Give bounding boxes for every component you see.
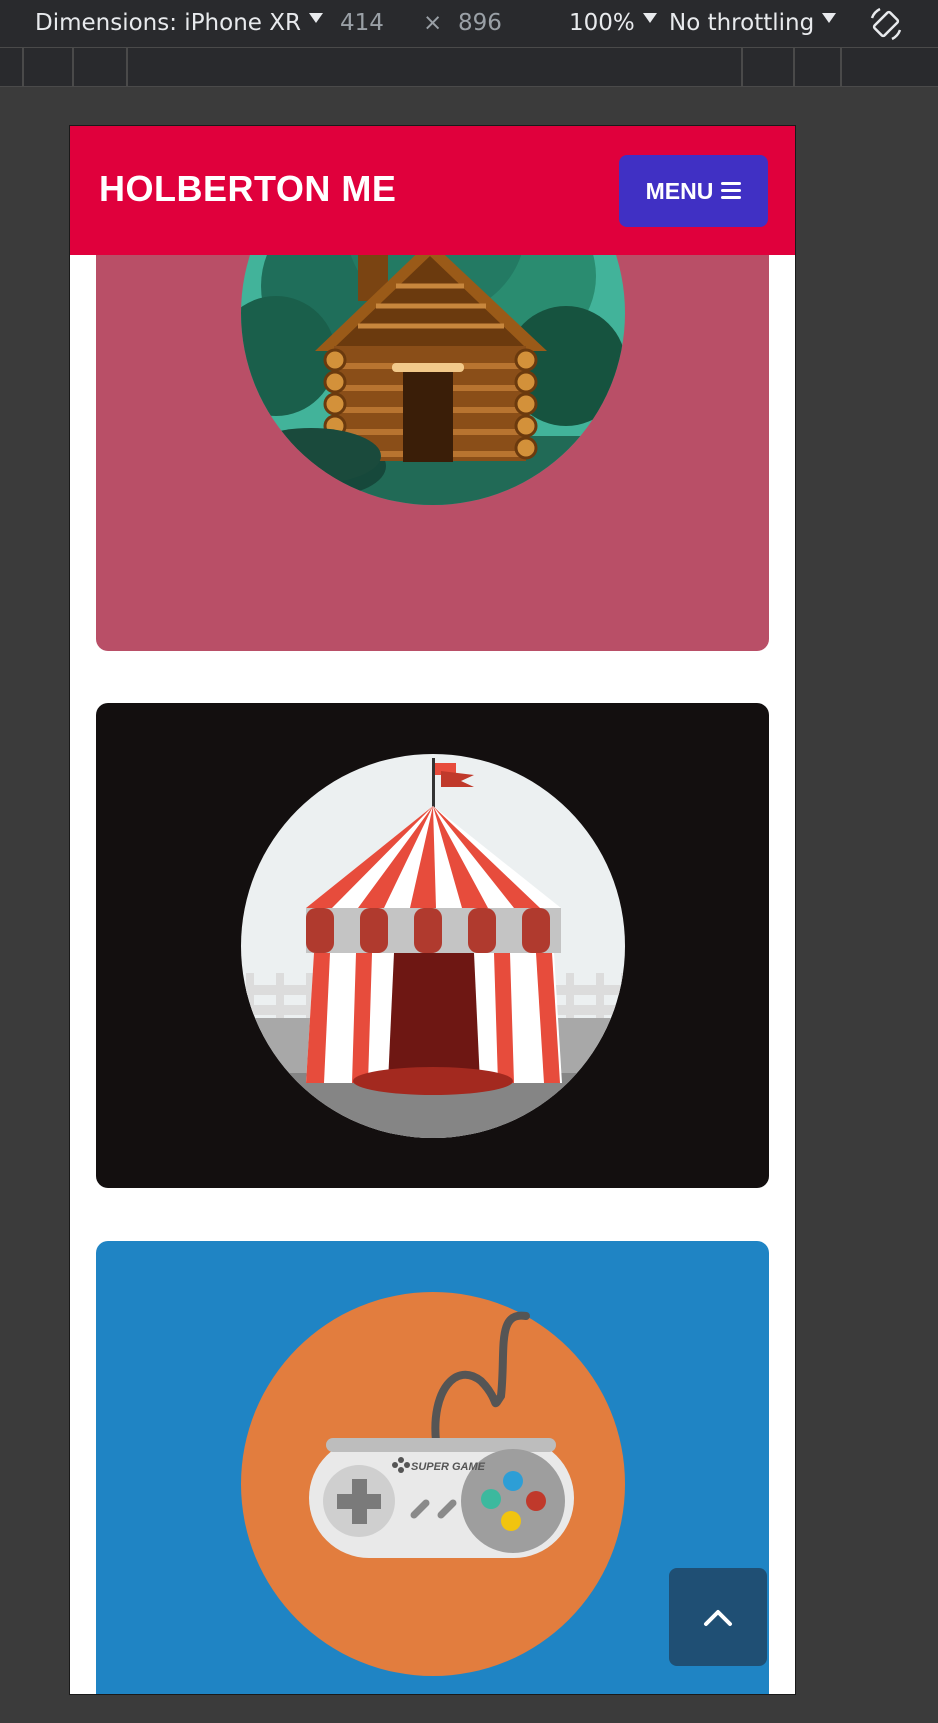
devtools-toolbar: Dimensions: iPhone XR 414 × 896 100% No … (0, 0, 938, 48)
scroll-to-top-button[interactable] (669, 1568, 767, 1666)
zoom-selector[interactable]: 100% (569, 10, 657, 36)
media-query-segment[interactable] (741, 48, 793, 86)
height-input[interactable]: 896 (458, 10, 502, 36)
chevron-up-icon (704, 1610, 732, 1626)
circus-tent-illustration (241, 754, 625, 1138)
media-query-segment[interactable] (793, 48, 842, 86)
caret-down-icon (308, 12, 323, 23)
width-input[interactable]: 414 (340, 10, 384, 36)
menu-label: MENU (645, 177, 714, 204)
site-logo[interactable]: HOLBERTON ME (99, 168, 396, 210)
zoom-label: 100% (569, 10, 635, 36)
media-query-bar (0, 48, 938, 87)
site-header: HOLBERTON ME MENU (70, 126, 795, 255)
controller-brand-label: SUPER GAME (411, 1461, 486, 1473)
caret-down-icon (642, 12, 657, 23)
media-query-segment[interactable] (72, 48, 126, 86)
media-query-segment[interactable] (126, 48, 741, 86)
device-selector[interactable]: Dimensions: iPhone XR (35, 10, 323, 36)
times-icon: × (423, 10, 443, 36)
menu-button[interactable]: MENU (619, 155, 768, 227)
bars-icon (721, 182, 742, 200)
media-query-segment[interactable] (22, 48, 72, 86)
rotate-icon[interactable] (866, 4, 906, 44)
portfolio-card-circus[interactable] (96, 703, 769, 1188)
throttling-selector[interactable]: No throttling (669, 10, 837, 36)
caret-down-icon (822, 12, 837, 23)
device-label: Dimensions: iPhone XR (35, 10, 301, 36)
throttling-label: No throttling (669, 10, 815, 36)
device-viewport: HOLBERTON ME MENU SUPER GAME (69, 125, 796, 1695)
